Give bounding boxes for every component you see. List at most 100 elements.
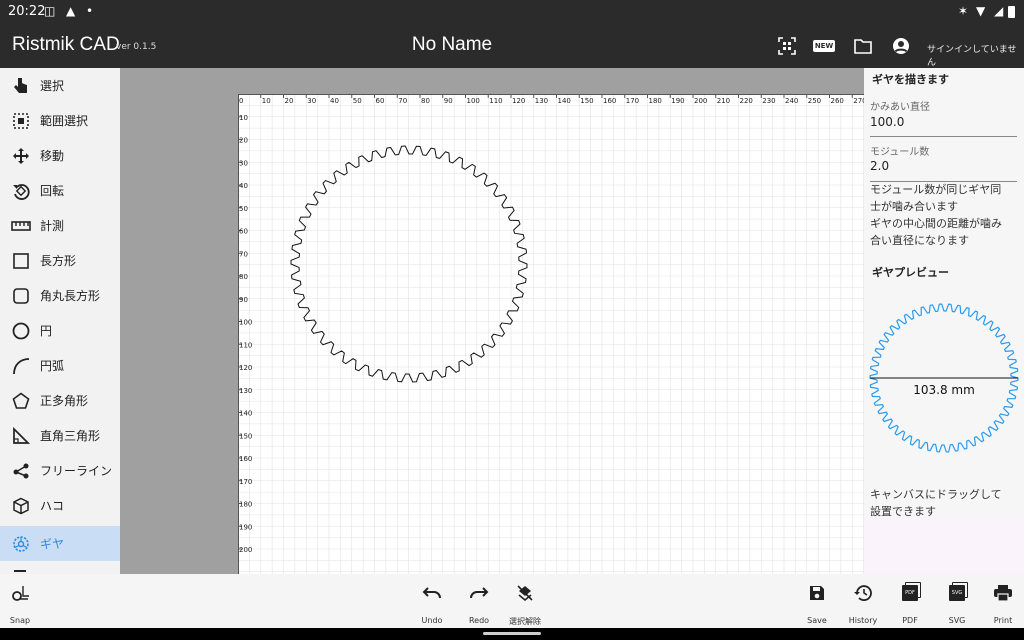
ruler-y-label: 160	[239, 455, 252, 463]
sidebar-item-label: 角丸長方形	[40, 289, 101, 303]
print-button[interactable]: Print	[978, 582, 1024, 625]
snap-icon	[9, 582, 31, 604]
sidebar-item-rectangle[interactable]: 長方形	[0, 243, 120, 278]
new-document-icon[interactable]: NEW	[812, 36, 836, 56]
sidebar-item-measure[interactable]: 計測	[0, 208, 120, 243]
ruler-x-label: 60	[376, 97, 385, 105]
sidebar-item-freeline[interactable]: フリーライン	[0, 453, 120, 488]
ruler-y-label: 90	[239, 296, 248, 304]
preview-title: ギヤプレビュー	[872, 266, 949, 279]
ruler-x-label: 240	[785, 97, 798, 105]
export-pdf-button[interactable]: PDF PDF	[885, 582, 935, 625]
print-icon	[992, 582, 1014, 604]
ruler-y-label: 30	[239, 159, 248, 167]
ruler-icon	[11, 216, 31, 236]
ruler-x-label: 130	[535, 97, 548, 105]
dot-icon: •	[86, 4, 94, 18]
gear-drawing[interactable]	[290, 145, 528, 383]
move-icon	[11, 146, 31, 166]
deselect-label: 選択解除	[509, 617, 541, 626]
deselect-icon	[514, 582, 536, 604]
rotate-icon	[11, 181, 31, 201]
folder-icon[interactable]	[853, 36, 873, 56]
pdf-icon: PDF	[899, 582, 921, 604]
mesh-note-line: 合い直径になります	[870, 234, 969, 247]
rounded-rectangle-icon	[11, 286, 31, 306]
ruler-x-label: 70	[398, 97, 407, 105]
ruler-x-label: 50	[353, 97, 362, 105]
ruler-x-label: 160	[603, 97, 616, 105]
history-label: History	[848, 616, 878, 625]
redo-button[interactable]: Redo	[454, 582, 504, 625]
sidebar-item-polygon[interactable]: 正多角形	[0, 383, 120, 418]
ruler-y-label: 130	[239, 387, 252, 395]
bluetooth-icon: ✶	[958, 4, 969, 18]
pointer-hand-icon	[11, 76, 31, 96]
app-title: Ristmik CAD	[12, 34, 120, 55]
export-svg-button[interactable]: SVG SVG	[932, 582, 982, 625]
pitch-diameter-input[interactable]: 100.0	[870, 115, 904, 129]
app-version: ver 0.1.5	[116, 42, 157, 52]
gear-preview[interactable]: 103.8 mm	[864, 294, 1024, 464]
drawing-canvas[interactable]: 0 10 20 30 40 50 60 70 80 90 100 110 120 130 140 150 160…	[238, 94, 864, 574]
panel-title: ギヤを描きます	[872, 73, 949, 86]
drag-note-line: キャンバスにドラッグして	[870, 488, 1002, 501]
sidebar-more-indicator	[14, 570, 26, 572]
sidebar-item-box[interactable]: ハコ	[0, 488, 120, 523]
ruler-x-label: 230	[762, 97, 775, 105]
sidebar-item-gear[interactable]: ギヤ	[0, 526, 120, 561]
sidebar-item-label: 回転	[40, 184, 65, 198]
ruler-x-label: 210	[717, 97, 730, 105]
svg-label: SVG	[948, 616, 966, 625]
account-icon[interactable]	[891, 36, 911, 56]
sidebar-item-circle[interactable]: 円	[0, 313, 120, 348]
qr-scan-icon[interactable]	[777, 36, 797, 56]
ruler-x-label: 180	[649, 97, 662, 105]
gear-icon	[11, 534, 31, 554]
circle-icon	[11, 321, 31, 341]
save-label: Save	[807, 616, 827, 625]
ruler-x-label: 260	[831, 97, 844, 105]
deselect-button[interactable]: 選択解除	[500, 582, 550, 627]
svg-icon-text: SVG	[949, 585, 965, 601]
ruler-y-label: 190	[239, 523, 252, 531]
ruler-x-label: 200	[694, 97, 707, 105]
home-gesture-handle[interactable]	[483, 632, 541, 635]
signin-status[interactable]: サインインしていません	[927, 42, 1024, 68]
range-select-icon	[11, 111, 31, 131]
sidebar-item-right-triangle[interactable]: 直角三角形	[0, 418, 120, 453]
history-button[interactable]: History	[838, 582, 888, 625]
sidebar-item-arc[interactable]: 円弧	[0, 348, 120, 383]
redo-icon	[468, 582, 490, 604]
panel-footer-area	[864, 518, 1024, 574]
mesh-note-line: 士が噛み合います	[870, 200, 958, 213]
sidebar-item-rotate[interactable]: 回転	[0, 173, 120, 208]
print-label: Print	[993, 616, 1013, 625]
sidebar-item-move[interactable]: 移動	[0, 138, 120, 173]
sidebar-item-rounded-rectangle[interactable]: 角丸長方形	[0, 278, 120, 313]
drag-note: キャンバスにドラッグして 設置できます	[870, 486, 1020, 520]
box-icon	[11, 496, 31, 516]
mesh-note-line: モジュール数が同じギヤ同	[870, 183, 1002, 196]
ruler-y-label: 40	[239, 182, 248, 190]
save-button[interactable]: Save	[792, 582, 842, 625]
battery-icon	[1008, 6, 1015, 18]
sim-icon: ◫	[44, 4, 56, 18]
undo-button[interactable]: Undo	[407, 582, 457, 625]
pdf-icon-text: PDF	[902, 585, 918, 601]
sidebar-item-range-select[interactable]: 範囲選択	[0, 103, 120, 138]
snap-button[interactable]: Snap	[0, 582, 45, 625]
module-input[interactable]: 2.0	[870, 159, 889, 173]
ruler-y-label: 50	[239, 205, 248, 213]
polygon-icon	[11, 391, 31, 411]
sidebar-item-select[interactable]: 選択	[0, 68, 120, 103]
ruler-y-label: 70	[239, 250, 248, 258]
redo-label: Redo	[468, 616, 490, 625]
ruler-x-label: 80	[421, 97, 430, 105]
document-title[interactable]: No Name	[412, 34, 492, 56]
ruler-y-label: 200	[239, 546, 252, 554]
ruler-x-label: 120	[512, 97, 525, 105]
ruler-x-label: 170	[626, 97, 639, 105]
sidebar-item-label: 正多角形	[40, 394, 89, 408]
undo-label: Undo	[421, 616, 443, 625]
